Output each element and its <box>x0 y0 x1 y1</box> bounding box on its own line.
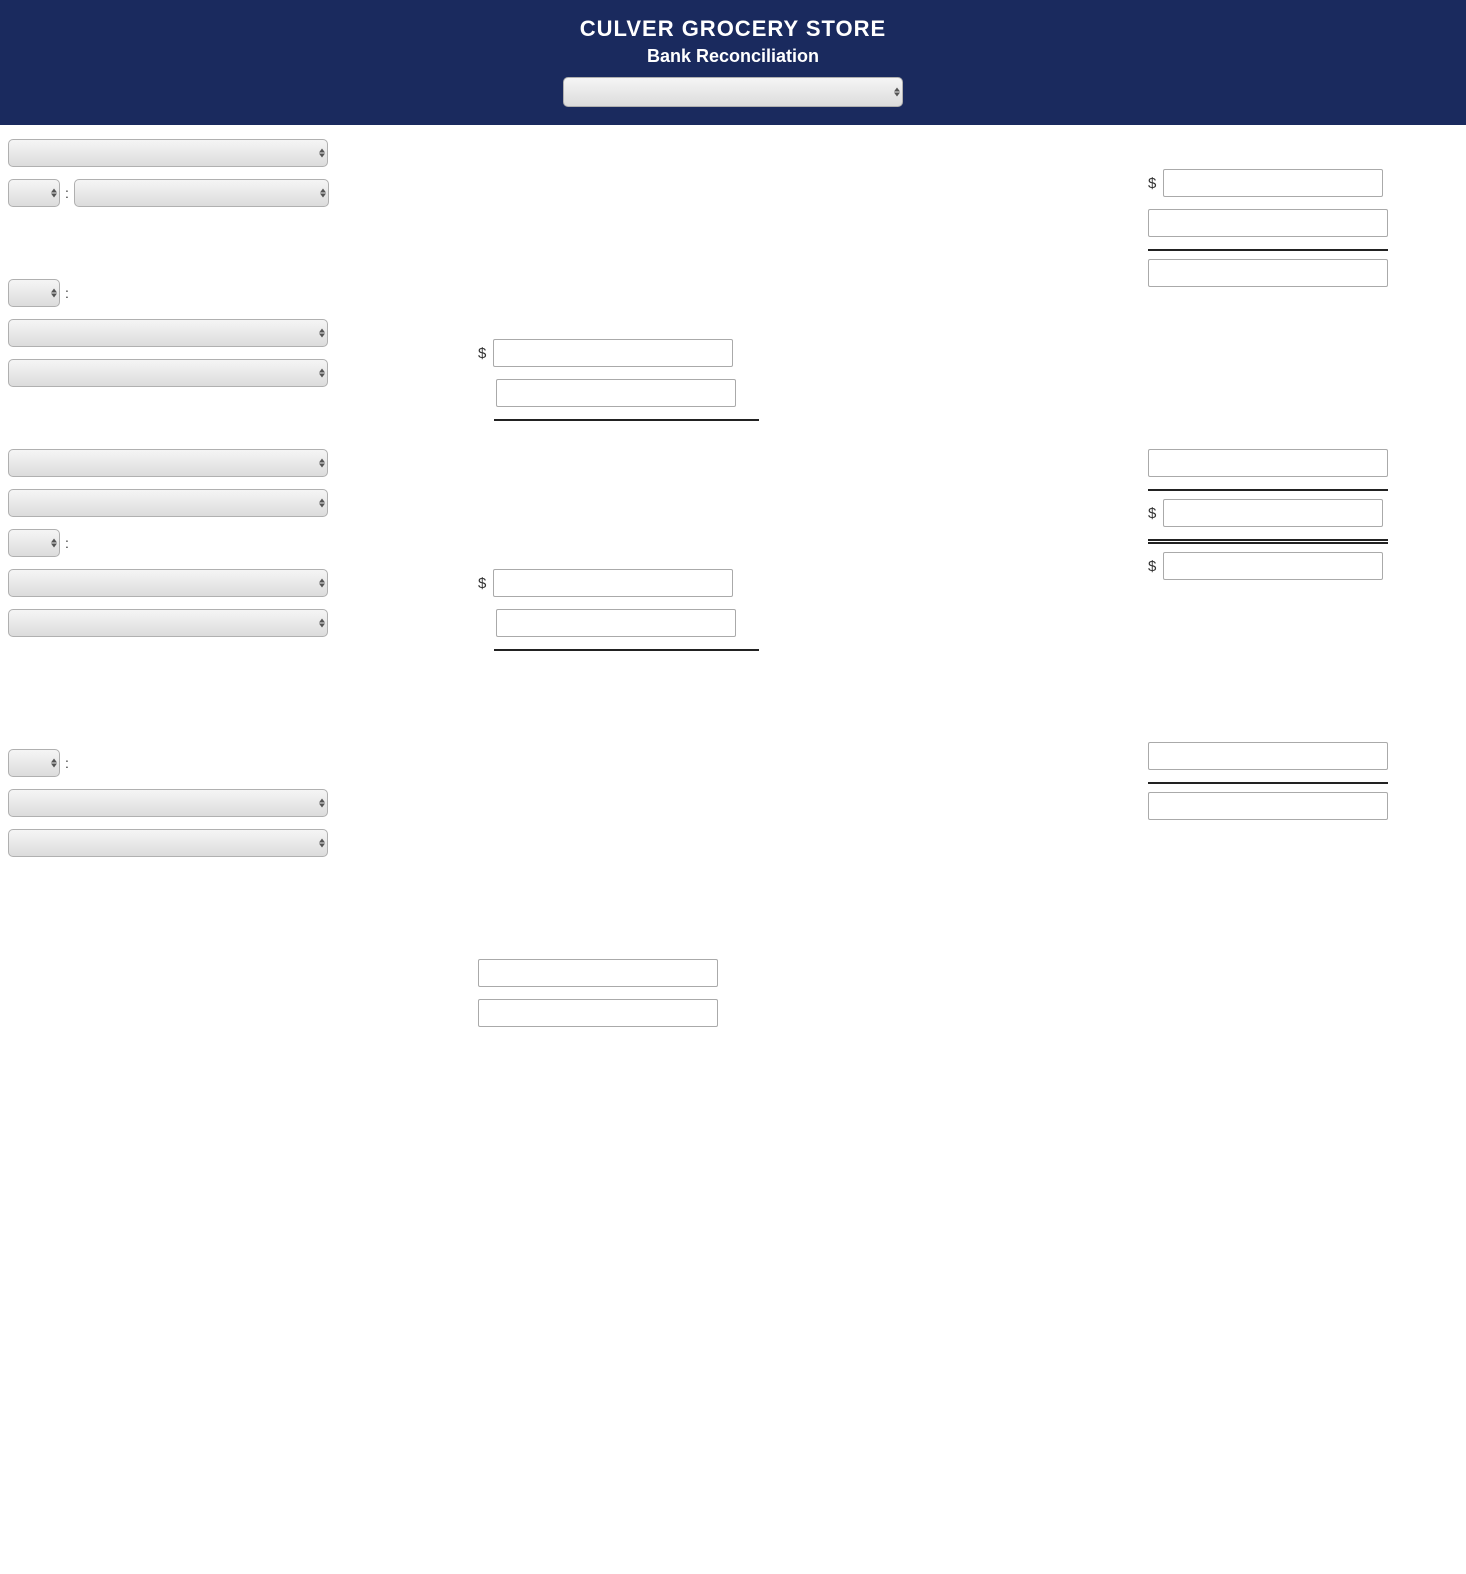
right-input-5[interactable] <box>1163 499 1383 527</box>
header: CULVER GROCERY STORE Bank Reconciliation <box>0 0 1466 125</box>
middle-input-5[interactable] <box>478 959 718 987</box>
colon-3: : <box>65 535 69 551</box>
left-select-6-wrapper <box>8 449 328 477</box>
right-row-7 <box>1148 742 1458 770</box>
left-row-4 <box>8 319 368 347</box>
right-dollar-3: $ <box>1148 558 1156 575</box>
left-select-7[interactable] <box>8 489 328 517</box>
left-select-6[interactable] <box>8 449 328 477</box>
middle-section-1: $ <box>478 339 1148 421</box>
left-select-5-wrapper <box>8 359 328 387</box>
colon-2: : <box>65 285 69 301</box>
right-dollar-1: $ <box>1148 175 1156 192</box>
left-select-1[interactable] <box>8 139 328 167</box>
underline-1 <box>494 419 759 421</box>
right-double-underline-1 <box>1148 539 1388 544</box>
middle-amount-row-1: $ <box>478 339 1148 367</box>
right-input-2[interactable] <box>1148 209 1388 237</box>
left-select-10[interactable] <box>8 609 328 637</box>
store-name: CULVER GROCERY STORE <box>0 16 1466 42</box>
left-row-2: : <box>8 179 368 207</box>
right-row-3 <box>1148 259 1458 287</box>
left-select-3[interactable] <box>8 279 60 307</box>
left-select-9-wrapper <box>8 569 328 597</box>
left-select-4[interactable] <box>8 319 328 347</box>
left-row-7 <box>8 489 368 517</box>
dollar-sign-1: $ <box>478 345 486 362</box>
left-row-12 <box>8 789 368 817</box>
left-select-8[interactable] <box>8 529 60 557</box>
left-select-3-wrapper <box>8 279 60 307</box>
middle-input-6[interactable] <box>478 999 718 1027</box>
left-select-10-wrapper <box>8 609 328 637</box>
right-row-8 <box>1148 792 1458 820</box>
middle-input-2[interactable] <box>496 379 736 407</box>
middle-input-4[interactable] <box>496 609 736 637</box>
right-row-2 <box>1148 209 1458 237</box>
right-input-3[interactable] <box>1148 259 1388 287</box>
left-select-2a-wrapper <box>8 179 60 207</box>
middle-plain-row-2 <box>478 609 1148 637</box>
left-row-9 <box>8 569 368 597</box>
left-row-3: : <box>8 279 368 307</box>
left-select-12[interactable] <box>8 789 328 817</box>
left-select-2b[interactable] <box>74 179 329 207</box>
left-select-9[interactable] <box>8 569 328 597</box>
left-select-8-wrapper <box>8 529 60 557</box>
middle-plain-row-4 <box>478 999 1148 1027</box>
left-row-5 <box>8 359 368 387</box>
left-row-11: : <box>8 749 368 777</box>
left-column: : : <box>8 139 378 1039</box>
left-row-13 <box>8 829 368 857</box>
right-underline-1 <box>1148 249 1388 251</box>
left-select-4-wrapper <box>8 319 328 347</box>
right-input-8[interactable] <box>1148 792 1388 820</box>
left-select-11[interactable] <box>8 749 60 777</box>
left-row-1 <box>8 139 368 167</box>
right-row-5: $ <box>1148 499 1458 527</box>
top-dropdown[interactable] <box>563 77 903 107</box>
right-input-1[interactable] <box>1163 169 1383 197</box>
left-select-2b-wrapper <box>74 179 329 207</box>
middle-input-3[interactable] <box>493 569 733 597</box>
underline-2 <box>494 649 759 651</box>
middle-input-1[interactable] <box>493 339 733 367</box>
middle-section-2: $ <box>478 569 1148 651</box>
right-input-7[interactable] <box>1148 742 1388 770</box>
middle-plain-row-1 <box>478 379 1148 407</box>
middle-amount-row-2: $ <box>478 569 1148 597</box>
colon-4: : <box>65 755 69 771</box>
right-input-4[interactable] <box>1148 449 1388 477</box>
right-row-1: $ <box>1148 169 1458 197</box>
middle-section-3 <box>478 959 1148 1027</box>
middle-column: $ $ <box>378 139 1148 1039</box>
left-select-13[interactable] <box>8 829 328 857</box>
dollar-sign-2: $ <box>478 575 486 592</box>
left-select-13-wrapper <box>8 829 328 857</box>
right-dollar-2: $ <box>1148 505 1156 522</box>
left-row-10 <box>8 609 368 637</box>
right-underline-3 <box>1148 782 1388 784</box>
left-select-1-wrapper <box>8 139 328 167</box>
left-row-8: : <box>8 529 368 557</box>
right-input-6[interactable] <box>1163 552 1383 580</box>
left-select-7-wrapper <box>8 489 328 517</box>
right-row-6: $ <box>1148 552 1458 580</box>
left-select-5[interactable] <box>8 359 328 387</box>
right-column: $ $ <box>1148 139 1458 1039</box>
left-select-12-wrapper <box>8 789 328 817</box>
left-row-6 <box>8 449 368 477</box>
page-subtitle: Bank Reconciliation <box>0 46 1466 67</box>
left-select-2a[interactable] <box>8 179 60 207</box>
left-select-11-wrapper <box>8 749 60 777</box>
right-row-4 <box>1148 449 1458 477</box>
colon-1: : <box>65 185 69 201</box>
middle-plain-row-3 <box>478 959 1148 987</box>
right-underline-2 <box>1148 489 1388 491</box>
top-dropdown-wrapper <box>563 77 903 107</box>
